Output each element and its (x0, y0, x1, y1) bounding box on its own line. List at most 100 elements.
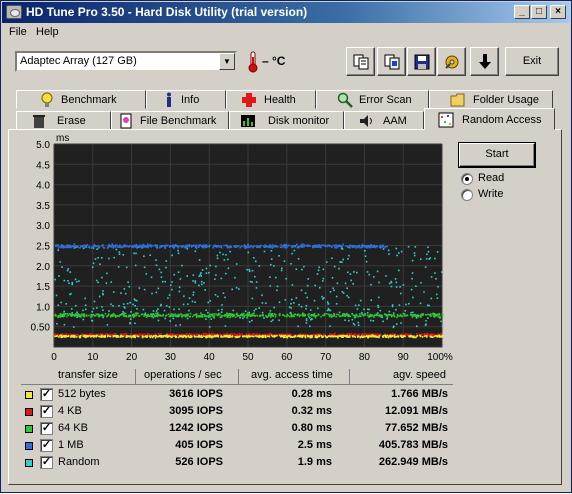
data-point (169, 315, 172, 318)
data-point (110, 315, 112, 317)
data-point (235, 286, 238, 289)
data-point (66, 315, 68, 318)
write-radio-dot[interactable] (461, 189, 473, 201)
data-point (178, 290, 181, 293)
data-point (192, 274, 195, 276)
data-point (269, 246, 271, 248)
data-point (434, 257, 436, 260)
data-point (169, 245, 171, 247)
data-point (160, 276, 163, 278)
data-point (102, 246, 105, 249)
data-point (299, 246, 301, 248)
data-point (193, 245, 196, 247)
data-point (85, 308, 87, 311)
data-point (309, 309, 312, 311)
data-point (379, 315, 382, 318)
data-point (368, 273, 371, 276)
data-point (171, 315, 174, 317)
data-point (359, 336, 361, 339)
data-point (60, 334, 62, 337)
tab-random-access[interactable]: Random Access (424, 108, 555, 130)
data-point (290, 302, 292, 305)
data-point (185, 335, 188, 338)
data-point (143, 245, 145, 247)
data-point (338, 335, 341, 337)
data-point (106, 272, 108, 275)
data-point (304, 292, 307, 294)
data-point (142, 308, 145, 311)
data-point (224, 315, 227, 317)
data-point (291, 298, 293, 301)
data-point (193, 335, 196, 337)
data-point (209, 300, 211, 302)
data-point (57, 249, 59, 251)
data-point (420, 282, 422, 284)
read-radio-dot[interactable] (461, 173, 473, 185)
data-point (387, 249, 390, 252)
data-point (67, 280, 69, 282)
data-point (382, 335, 384, 337)
data-point (352, 283, 354, 285)
data-point (229, 250, 231, 253)
data-point (327, 307, 330, 310)
data-point (231, 335, 234, 337)
data-point (317, 269, 320, 272)
series-checkbox[interactable]: ✓ (40, 388, 53, 401)
data-point (357, 333, 359, 336)
data-point (108, 257, 110, 260)
data-point (123, 244, 125, 247)
write-radio[interactable]: Write (461, 188, 551, 204)
data-point (378, 335, 381, 337)
data-point (97, 281, 99, 284)
series-checkbox[interactable]: ✓ (40, 405, 53, 418)
data-point (409, 336, 412, 338)
data-point (216, 254, 219, 257)
data-point (234, 316, 237, 318)
data-point (173, 247, 175, 250)
data-point (427, 313, 429, 316)
data-point (366, 314, 369, 317)
data-point (123, 288, 126, 290)
data-point (239, 317, 241, 319)
data-point (322, 277, 325, 280)
data-point (98, 335, 100, 338)
data-point (131, 245, 134, 247)
data-point (251, 246, 254, 249)
read-radio[interactable]: Read (461, 172, 551, 188)
data-point (290, 263, 292, 265)
data-point (135, 252, 137, 255)
data-point (107, 313, 110, 315)
data-point (270, 258, 273, 260)
data-point (211, 335, 213, 337)
data-point (96, 307, 98, 309)
header-operations: operations / sec (144, 369, 222, 381)
x-tick-label: 30 (165, 352, 177, 363)
data-point (178, 286, 181, 289)
data-point (167, 297, 169, 299)
data-point (395, 286, 398, 288)
data-point (181, 264, 183, 267)
data-point (67, 335, 70, 337)
series-color-swatch (25, 391, 33, 399)
data-point (91, 310, 93, 313)
data-point (302, 335, 305, 337)
y-tick-label: 1.0 (36, 302, 50, 313)
data-point (107, 314, 110, 317)
data-point (345, 335, 347, 337)
data-point (322, 268, 325, 271)
start-button[interactable]: Start (459, 143, 535, 167)
data-point (253, 309, 256, 312)
data-point (238, 288, 240, 290)
series-checkbox[interactable]: ✓ (40, 439, 53, 452)
data-point (299, 335, 301, 338)
series-checkbox[interactable]: ✓ (40, 422, 53, 435)
header-divider (21, 384, 453, 385)
data-point (143, 315, 145, 317)
data-point (319, 286, 321, 289)
header-separator (349, 369, 350, 384)
series-checkbox[interactable]: ✓ (40, 456, 53, 469)
data-point (428, 258, 430, 260)
data-point (395, 335, 398, 338)
data-point (153, 335, 156, 337)
data-point (364, 255, 367, 257)
